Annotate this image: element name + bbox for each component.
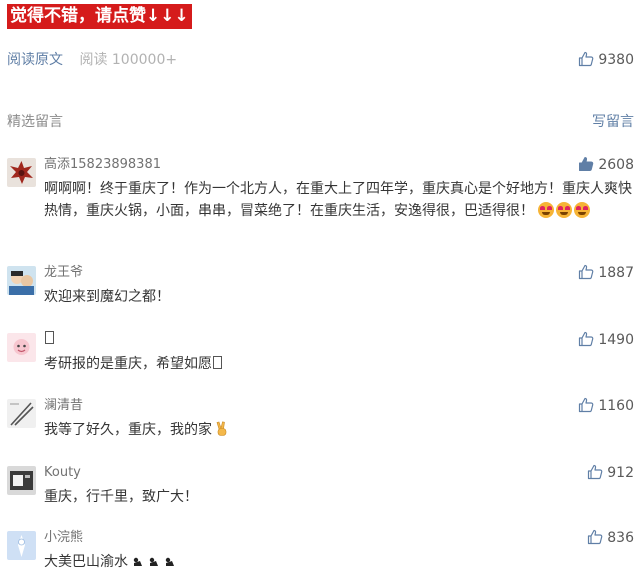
comment-like-button[interactable]: 1887	[578, 264, 634, 282]
comment-like-count: 836	[607, 530, 634, 546]
avatar[interactable]	[7, 531, 36, 560]
comment-nickname: 高添15823898381	[44, 157, 161, 172]
comment-item: 龙王爷 1887 欢迎来到魔幻之都！	[7, 264, 634, 312]
comment-text: 大美巴山渝水	[44, 554, 128, 570]
comment-like-button[interactable]: 1490	[578, 331, 634, 349]
article-meta-row: 阅读原文 阅读 100000+ 9380	[7, 50, 634, 70]
heart-eyes-emoji-icon	[538, 202, 555, 218]
like-prompt-banner: 觉得不错，请点赞↓↓↓	[7, 4, 192, 29]
avatar[interactable]	[7, 158, 36, 187]
comment-nickname	[44, 331, 54, 349]
comments-section-header: 精选留言 写留言	[7, 112, 634, 132]
comment-like-count: 1887	[598, 265, 634, 281]
comment-nickname: 龙王爷	[44, 265, 84, 280]
thumbs-up-icon	[579, 331, 594, 347]
thumbs-up-icon	[579, 397, 594, 413]
comment-text: 我等了好久，重庆，我的家	[44, 422, 212, 438]
missing-glyph-icon	[213, 356, 222, 369]
thumbs-up-icon	[579, 51, 594, 67]
comment-nickname: 澜清昔	[44, 398, 84, 413]
comment-item: Kouty 912 重庆，行千里，致广大！	[7, 464, 634, 512]
comment-like-button[interactable]: 1160	[578, 397, 634, 415]
bowing-man-emoji-icon	[134, 557, 175, 566]
heart-eyes-emoji-icon	[574, 202, 591, 218]
thumbs-up-icon	[588, 529, 603, 545]
comment-like-count: 912	[607, 465, 634, 481]
comment-like-count: 1490	[598, 332, 634, 348]
comment-content: 欢迎来到魔幻之都！	[44, 286, 634, 308]
victory-hand-emoji-icon	[216, 421, 227, 436]
comment-content: 重庆，行千里，致广大！	[44, 486, 634, 508]
comment-like-button[interactable]: 2608	[578, 156, 634, 174]
read-original-link[interactable]: 阅读原文	[7, 52, 63, 68]
avatar[interactable]	[7, 466, 36, 495]
avatar[interactable]	[7, 399, 36, 428]
comment-content: 我等了好久，重庆，我的家	[44, 419, 634, 441]
thumbs-up-filled-icon	[579, 157, 594, 171]
comment-nickname: Kouty	[44, 465, 81, 480]
read-count: 阅读 100000+	[79, 52, 178, 68]
comment-item: 高添15823898381 2608 啊啊啊！终于重庆了！作为一个北方人，在重大…	[7, 156, 634, 238]
avatar[interactable]	[7, 333, 36, 362]
article-like-count: 9380	[598, 52, 634, 68]
comment-item: 小浣熊 836 大美巴山渝水	[7, 529, 634, 577]
comment-like-button[interactable]: 912	[587, 464, 634, 482]
comment-content: 啊啊啊！终于重庆了！作为一个北方人，在重大上了四年学，重庆真心是个好地方！重庆人…	[44, 178, 634, 222]
thumbs-up-icon	[588, 464, 603, 480]
comment-text: 重庆，行千里，致广大！	[44, 489, 198, 505]
selected-comments-title: 精选留言	[7, 114, 63, 130]
comment-item: 澜清昔 1160 我等了好久，重庆，我的家	[7, 397, 634, 445]
comment-content: 大美巴山渝水	[44, 551, 634, 573]
comment-text: 欢迎来到魔幻之都！	[44, 289, 170, 305]
comment-like-count: 2608	[598, 157, 634, 173]
write-comment-link[interactable]: 写留言	[592, 112, 634, 132]
avatar[interactable]	[7, 266, 36, 295]
thumbs-up-icon	[579, 264, 594, 280]
comment-content: 考研报的是重庆，希望如愿	[44, 353, 634, 375]
comment-item: 1490 考研报的是重庆，希望如愿	[7, 331, 634, 379]
comment-nickname: 小浣熊	[44, 530, 84, 545]
heart-eyes-emoji-icon	[556, 202, 573, 218]
comment-text: 考研报的是重庆，希望如愿	[44, 356, 212, 372]
comment-like-count: 1160	[598, 398, 634, 414]
missing-glyph-icon	[45, 331, 54, 344]
article-like-button[interactable]: 9380	[578, 50, 634, 70]
comment-like-button[interactable]: 836	[587, 529, 634, 547]
